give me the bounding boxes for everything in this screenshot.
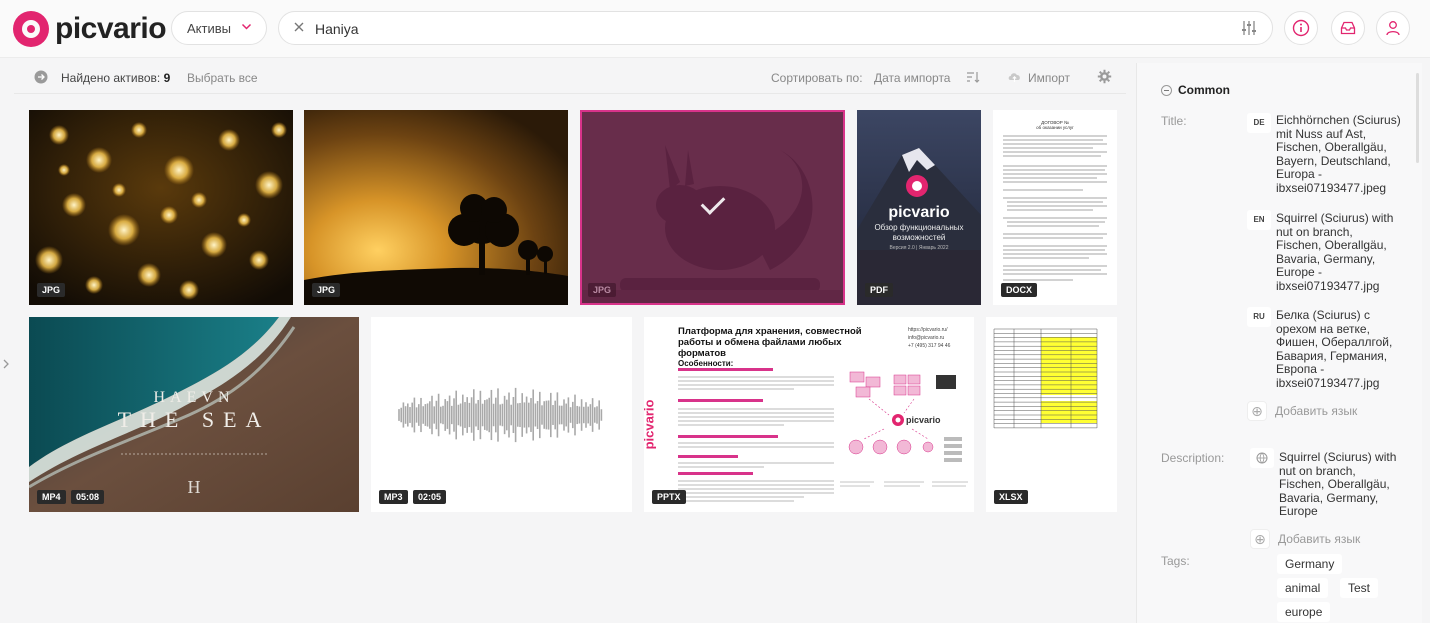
description-value[interactable]: Squirrel (Sciurus) with nut on branch, F…	[1279, 450, 1404, 519]
file-type-badge: JPG	[312, 283, 341, 297]
expand-sidebar-chevron-icon[interactable]	[2, 358, 10, 373]
assets-type-select[interactable]: Активы	[171, 11, 267, 45]
user-profile-button[interactable]	[1376, 11, 1410, 45]
add-title-language-button[interactable]: ⊕ Добавить язык	[1247, 401, 1357, 421]
panel-scrollbar[interactable]	[1416, 73, 1419, 163]
asset-thumbnail-spreadsheet	[993, 328, 1098, 429]
asset-tile[interactable]: picvario Платформа для хранения, совмест…	[644, 317, 974, 512]
section-common-toggle[interactable]: Common	[1161, 83, 1230, 97]
add-description-language-button[interactable]: ⊕ Добавить язык	[1250, 529, 1360, 549]
lang-badge: EN	[1247, 210, 1271, 230]
asset-tile[interactable]: ДОГОВОР № об оказании услуг DOCX	[993, 110, 1117, 305]
file-type-badge: XLSX	[994, 490, 1028, 504]
asset-thumbnail-pptx-content: picvario	[678, 368, 968, 502]
import-button[interactable]: Импорт	[1028, 71, 1070, 85]
file-type-badge: PPTX	[652, 490, 686, 504]
description-label: Description:	[1161, 451, 1225, 465]
asset-thumbnail-bokeh	[29, 110, 293, 305]
logo-text: picvario	[55, 12, 167, 45]
clear-search-icon[interactable]	[292, 20, 306, 38]
logo-icon	[13, 11, 49, 47]
pdf-cover-meta: Версия 2.0 | Январь 2022	[889, 245, 949, 251]
asset-tile[interactable]: JPG	[29, 110, 293, 305]
tag-chip[interactable]: Test	[1340, 578, 1379, 598]
pdf-cover-subtitle: Обзор функциональных возможностей	[874, 223, 964, 242]
title-label: Title:	[1161, 114, 1187, 128]
chevron-down-icon	[241, 21, 252, 35]
search-input[interactable]: Haniya	[315, 21, 359, 37]
file-type-badge: PDF	[865, 283, 893, 297]
video-title-line1: HAEVN	[153, 389, 235, 406]
asset-tile-selected[interactable]: JPG	[580, 110, 845, 305]
pdf-cover-logo: picvario	[888, 204, 950, 221]
file-type-badge: JPG	[37, 283, 66, 297]
inbox-icon	[1340, 21, 1356, 35]
asset-tile[interactable]: HAEVN THE SEA H MP4 05:08	[29, 317, 359, 512]
title-value[interactable]: Squirrel (Sciurus) with nut on branch, F…	[1276, 211, 1401, 293]
tag-chip[interactable]: animal	[1277, 578, 1329, 598]
title-value[interactable]: Eichhörnchen (Sciurus) mit Nuss auf Ast,…	[1276, 113, 1401, 195]
plus-icon: ⊕	[1247, 401, 1267, 421]
asset-thumbnail-docx-lines	[1003, 135, 1107, 281]
sort-order-icon[interactable]	[966, 70, 980, 89]
found-assets-count: Найдено активов: 9	[61, 71, 171, 85]
file-type-badge: MP4	[37, 490, 66, 504]
collapse-arrow-icon[interactable]	[34, 70, 48, 89]
svg-text:picvario: picvario	[906, 415, 941, 425]
cloud-upload-icon[interactable]	[1007, 70, 1022, 88]
duration-badge: 02:05	[413, 490, 447, 504]
asset-tile[interactable]: JPG	[304, 110, 568, 305]
app-logo[interactable]: picvario	[13, 10, 167, 48]
sort-label: Сортировать по:	[771, 71, 863, 85]
user-icon	[1386, 21, 1400, 36]
info-icon	[1292, 19, 1310, 37]
asset-thumbnail-tree-sunset	[304, 110, 568, 305]
settings-gear-icon[interactable]	[1097, 69, 1112, 89]
docx-doc-header: ДОГОВОР № об оказании услуг	[1036, 120, 1074, 130]
plus-icon: ⊕	[1250, 529, 1270, 549]
asset-thumbnail-waveform	[398, 387, 603, 443]
asset-tile[interactable]: picvario Обзор функциональных возможносте…	[857, 110, 981, 305]
title-value[interactable]: Белка (Sciurus) с орехом на ветке, Фишен…	[1276, 308, 1401, 390]
search-bar[interactable]: Haniya	[278, 11, 1273, 45]
asset-tile[interactable]: MP3 02:05	[371, 317, 632, 512]
duration-badge: 05:08	[71, 490, 105, 504]
file-type-badge: DOCX	[1001, 283, 1038, 297]
lang-badge: RU	[1247, 307, 1271, 327]
inbox-button[interactable]	[1331, 11, 1365, 45]
results-toolbar: Найдено активов: 9 Выбрать все Сортирова…	[14, 62, 1126, 94]
assets-select-value: Активы	[187, 20, 231, 36]
file-type-badge: JPG	[588, 283, 617, 297]
collapse-circle-icon	[1161, 84, 1172, 96]
info-button[interactable]	[1284, 11, 1318, 45]
globe-icon	[1250, 448, 1274, 468]
tag-chip[interactable]: europe	[1277, 602, 1331, 622]
video-title-line2: THE SEA	[117, 407, 271, 432]
sort-field-select[interactable]: Дата импорта	[874, 71, 950, 85]
add-language-label: Добавить язык	[1275, 404, 1358, 418]
select-all-link[interactable]: Выбрать все	[187, 71, 258, 85]
add-language-label: Добавить язык	[1278, 532, 1361, 546]
tags-label: Tags:	[1161, 554, 1190, 568]
top-bar: picvario Активы Haniya	[0, 0, 1430, 58]
asset-details-panel: Common Title: DE Eichhörnchen (Sciurus) …	[1136, 63, 1422, 623]
file-type-badge: MP3	[379, 490, 408, 504]
filter-sliders-icon[interactable]	[1240, 19, 1258, 37]
lang-badge: DE	[1247, 113, 1271, 133]
tag-chip[interactable]: Germany	[1277, 554, 1343, 574]
section-title: Common	[1178, 83, 1230, 97]
asset-tile[interactable]: XLSX	[986, 317, 1117, 512]
